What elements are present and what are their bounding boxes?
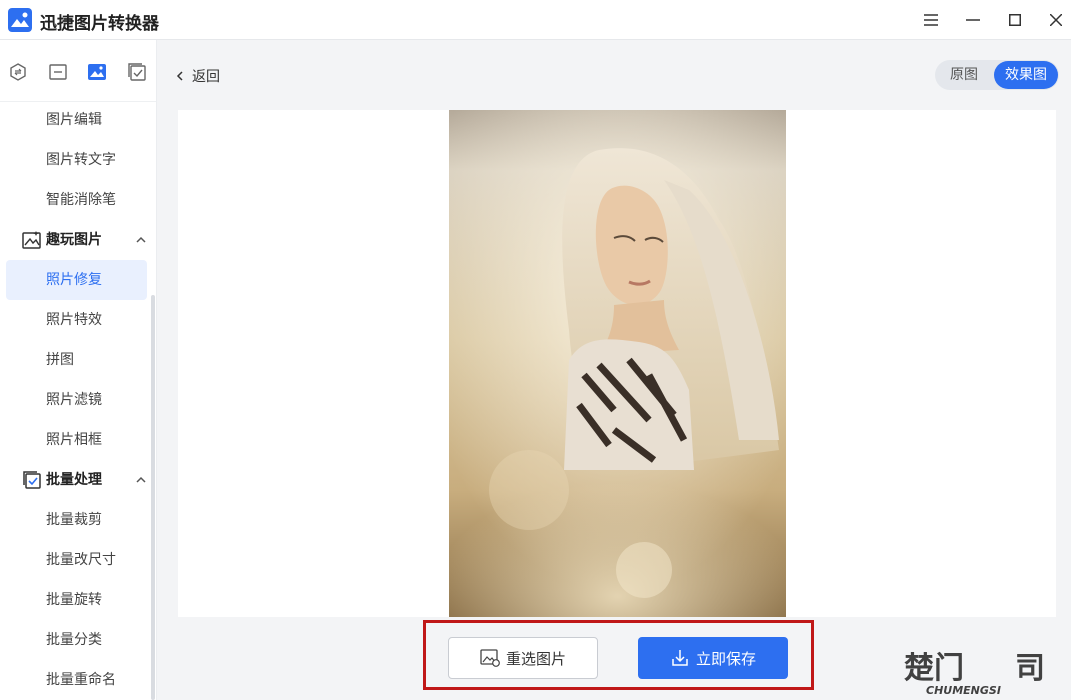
sidebar: 图片编辑 图片转文字 智能消除笔 趣玩图片 照片修复 照片特效 拼图 照片滤镜 …: [0, 40, 157, 700]
svg-text:司: 司: [1015, 651, 1045, 686]
sidebar-section-batch[interactable]: 批量处理: [6, 460, 147, 500]
title-bar: 迅捷图片转换器: [0, 0, 1071, 40]
compress-icon[interactable]: [48, 62, 68, 82]
sidebar-item-batch-classify[interactable]: 批量分类: [6, 620, 147, 660]
chevron-up-icon[interactable]: [135, 474, 147, 486]
sidebar-item-smart-eraser[interactable]: 智能消除笔: [6, 180, 147, 220]
sidebar-scrollbar[interactable]: [151, 295, 155, 700]
fun-image-icon: [22, 231, 41, 249]
back-button[interactable]: 返回: [174, 62, 220, 90]
batch-icon: [23, 471, 41, 489]
menu-icon[interactable]: [919, 8, 943, 32]
svg-text:CHUMENGSI: CHUMENGSI: [926, 684, 1001, 697]
restored-photo: [449, 110, 786, 617]
sidebar-top-icons: [0, 40, 156, 102]
watermark-logo: 楚门 司 CHUMENGSI: [900, 640, 1070, 700]
section-label: 趣玩图片: [46, 232, 102, 248]
batch-check-icon[interactable]: [127, 62, 147, 82]
image-replace-icon: [480, 649, 500, 667]
close-icon[interactable]: [1044, 8, 1068, 32]
sidebar-item-batch-resize[interactable]: 批量改尺寸: [6, 540, 147, 580]
svg-text:楚门: 楚门: [904, 651, 964, 686]
sidebar-item-image-edit[interactable]: 图片编辑: [6, 100, 147, 140]
download-icon: [672, 650, 688, 666]
chevron-left-icon: [176, 71, 183, 81]
app-title: 迅捷图片转换器: [40, 14, 159, 34]
image-icon[interactable]: [87, 62, 107, 82]
maximize-icon[interactable]: [1003, 8, 1027, 32]
picture-logo-icon: [8, 8, 32, 32]
back-label: 返回: [192, 69, 220, 85]
save-label: 立即保存: [695, 649, 756, 668]
sidebar-item-batch-crop[interactable]: 批量裁剪: [6, 500, 147, 540]
preview-canvas: [178, 110, 1056, 617]
sidebar-item-batch-rotate[interactable]: 批量旋转: [6, 580, 147, 620]
reselect-image-button[interactable]: 重选图片: [448, 637, 598, 679]
sidebar-item-photo-effects[interactable]: 照片特效: [6, 300, 147, 340]
sidebar-section-fun-image[interactable]: 趣玩图片: [6, 220, 147, 260]
sidebar-item-collage[interactable]: 拼图: [6, 340, 147, 380]
section-label: 批量处理: [46, 472, 102, 488]
convert-icon[interactable]: [8, 62, 28, 82]
toggle-original[interactable]: 原图: [935, 61, 993, 89]
sidebar-item-image-to-text[interactable]: 图片转文字: [6, 140, 147, 180]
chevron-up-icon[interactable]: [135, 234, 147, 246]
sidebar-item-photo-filter[interactable]: 照片滤镜: [6, 380, 147, 420]
save-now-button[interactable]: 立即保存: [638, 637, 788, 679]
sidebar-item-photo-repair[interactable]: 照片修复: [6, 260, 147, 300]
reselect-label: 重选图片: [505, 649, 566, 668]
sidebar-item-photo-frame[interactable]: 照片相框: [6, 420, 147, 460]
sidebar-item-batch-rename[interactable]: 批量重命名: [6, 660, 147, 700]
minimize-icon[interactable]: [961, 8, 985, 32]
toggle-effect[interactable]: 效果图: [994, 61, 1058, 89]
view-toggle: 原图 效果图: [935, 60, 1059, 90]
